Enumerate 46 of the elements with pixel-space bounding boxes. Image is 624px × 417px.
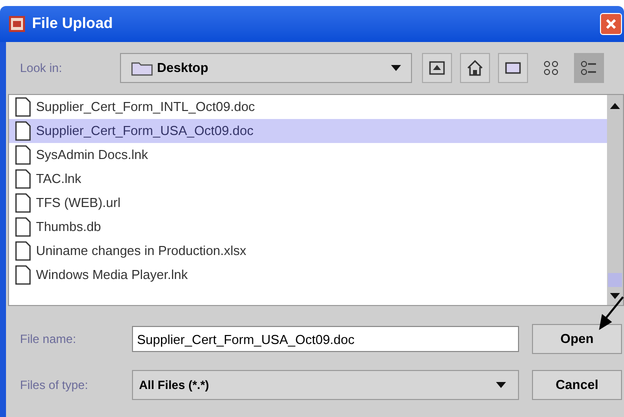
close-button[interactable] [600, 13, 622, 35]
file-row[interactable]: Supplier_Cert_Form_USA_Oct09.doc [9, 119, 607, 143]
toolbar-button[interactable] [574, 53, 604, 83]
file-name: TFS (WEB).url [36, 194, 120, 212]
file-name-field[interactable]: Supplier_Cert_Form_USA_Oct09.doc [132, 326, 519, 352]
folder-icon [131, 60, 153, 76]
file-name: Uniname changes in Production.xlsx [36, 242, 246, 260]
file-name: Supplier_Cert_Form_INTL_Oct09.doc [36, 98, 255, 116]
open-button[interactable]: Open [532, 324, 622, 354]
app-icon [8, 15, 26, 33]
file-type-label: Files of type: [20, 377, 90, 394]
document-icon [15, 169, 31, 189]
file-name: Thumbs.db [36, 218, 102, 236]
file-name-label: File name: [20, 331, 78, 348]
file-name: TAC.lnk [36, 170, 82, 188]
cancel-button[interactable]: Cancel [532, 370, 622, 400]
document-icon [15, 145, 31, 165]
toolbar-button[interactable] [498, 53, 528, 83]
file-name: Supplier_Cert_Form_USA_Oct09.doc [36, 122, 254, 140]
toolbar-button[interactable] [422, 53, 452, 83]
close-icon [605, 18, 617, 30]
document-icon [15, 241, 31, 261]
document-icon [15, 217, 31, 237]
file-type-value: All Files (*.*) [139, 377, 210, 394]
document-icon [15, 97, 31, 117]
window-title: File Upload [32, 14, 113, 34]
list-view-icon [541, 58, 561, 78]
scroll-down-icon[interactable] [610, 293, 620, 299]
file-type-dropdown[interactable]: All Files (*.*) [132, 370, 519, 400]
document-icon [15, 193, 31, 213]
file-name: Windows Media Player.lnk [36, 266, 188, 284]
scroll-up-icon[interactable] [610, 103, 620, 109]
annotation-arrow [596, 296, 624, 332]
look-in-value: Desktop [157, 59, 208, 78]
look-in-dropdown[interactable]: Desktop [120, 53, 412, 83]
scrollbar[interactable] [607, 95, 623, 305]
look-in-label: Look in: [20, 60, 64, 77]
file-name: SysAdmin Docs.lnk [36, 146, 148, 164]
document-icon [15, 121, 31, 141]
scrollbar-thumb[interactable] [608, 273, 622, 287]
dropdown-arrow-icon [391, 65, 401, 71]
home-icon [465, 58, 485, 78]
details-view-icon [579, 58, 599, 78]
document-icon [15, 265, 31, 285]
toolbar-button[interactable] [460, 53, 490, 83]
dropdown-arrow-icon [496, 382, 506, 388]
